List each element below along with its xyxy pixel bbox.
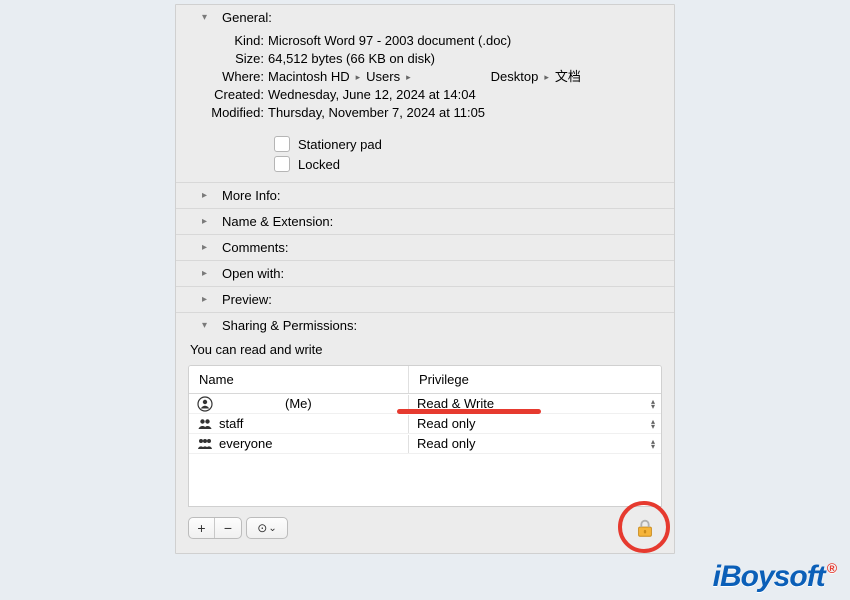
chevron-right-icon	[202, 268, 212, 279]
annotation-underline	[397, 409, 541, 414]
lock-icon	[634, 517, 656, 539]
select-arrows-icon[interactable]	[651, 439, 655, 449]
col-name-header[interactable]: Name	[189, 366, 409, 393]
privilege-value[interactable]: Read only	[417, 416, 476, 431]
table-empty-area	[189, 454, 661, 506]
size-value: 64,512 bytes (66 KB on disk)	[268, 50, 654, 68]
table-header: Name Privilege	[189, 366, 661, 394]
lock-button[interactable]	[628, 511, 662, 545]
permissions-table: Name Privilege (Me) Read & Write	[188, 365, 662, 507]
get-info-panel: General: Kind: Microsoft Word 97 - 2003 …	[175, 4, 675, 554]
modified-label: Modified:	[196, 104, 268, 122]
section-label: Sharing & Permissions:	[222, 318, 357, 333]
modified-value: Thursday, November 7, 2024 at 11:05	[268, 104, 654, 122]
section-open-with-header[interactable]: Open with:	[176, 260, 674, 286]
chevron-right-icon	[202, 190, 212, 201]
section-preview-header[interactable]: Preview:	[176, 286, 674, 312]
section-more-info-header[interactable]: More Info:	[176, 182, 674, 208]
table-row[interactable]: staff Read only	[189, 414, 661, 434]
col-privilege-header[interactable]: Privilege	[409, 366, 661, 393]
chevron-down-icon	[202, 12, 212, 23]
locked-label: Locked	[298, 157, 340, 172]
table-row[interactable]: everyone Read only	[189, 434, 661, 454]
size-label: Size:	[196, 50, 268, 68]
kind-value: Microsoft Word 97 - 2003 document (.doc)	[268, 32, 654, 50]
path-separator-icon: ▸	[406, 68, 411, 86]
privilege-value[interactable]: Read only	[417, 436, 476, 451]
section-label: More Info:	[222, 188, 281, 203]
general-content: Kind: Microsoft Word 97 - 2003 document …	[176, 30, 674, 182]
created-label: Created:	[196, 86, 268, 104]
permissions-toolbar: + − ⊙⌄	[188, 511, 662, 545]
section-label: Open with:	[222, 266, 284, 281]
section-label: Name & Extension:	[222, 214, 333, 229]
group-icon	[197, 436, 213, 452]
table-row[interactable]: (Me) Read & Write	[189, 394, 661, 414]
remove-button[interactable]: −	[215, 518, 241, 538]
watermark: iBoysoft®	[713, 560, 836, 594]
chevron-down-icon	[202, 320, 212, 331]
chevron-right-icon	[202, 216, 212, 227]
stationery-checkbox[interactable]	[274, 136, 290, 152]
permissions-note: You can read and write	[176, 338, 674, 365]
where-label: Where:	[196, 68, 268, 86]
add-button[interactable]: +	[189, 518, 215, 538]
locked-checkbox[interactable]	[274, 156, 290, 172]
user-suffix: (Me)	[285, 396, 312, 411]
select-arrows-icon[interactable]	[651, 419, 655, 429]
section-name-extension-header[interactable]: Name & Extension:	[176, 208, 674, 234]
kind-label: Kind:	[196, 32, 268, 50]
user-name: everyone	[219, 436, 272, 451]
path-separator-icon: ▸	[356, 68, 361, 86]
action-menu-button[interactable]: ⊙⌄	[247, 518, 287, 538]
user-name: staff	[219, 416, 243, 431]
path-separator-icon: ▸	[544, 68, 549, 86]
person-icon	[197, 396, 213, 412]
section-label: Comments:	[222, 240, 288, 255]
where-value: Macintosh HD ▸ Users ▸ Desktop ▸ 文档	[268, 68, 654, 86]
select-arrows-icon[interactable]	[651, 399, 655, 409]
section-general-header[interactable]: General:	[176, 5, 674, 30]
section-sharing-header[interactable]: Sharing & Permissions:	[176, 312, 674, 338]
section-label: Preview:	[222, 292, 272, 307]
section-label: General:	[222, 10, 272, 25]
created-value: Wednesday, June 12, 2024 at 14:04	[268, 86, 654, 104]
chevron-right-icon	[202, 242, 212, 253]
stationery-label: Stationery pad	[298, 137, 382, 152]
group-icon	[197, 416, 213, 432]
chevron-right-icon	[202, 294, 212, 305]
section-comments-header[interactable]: Comments:	[176, 234, 674, 260]
